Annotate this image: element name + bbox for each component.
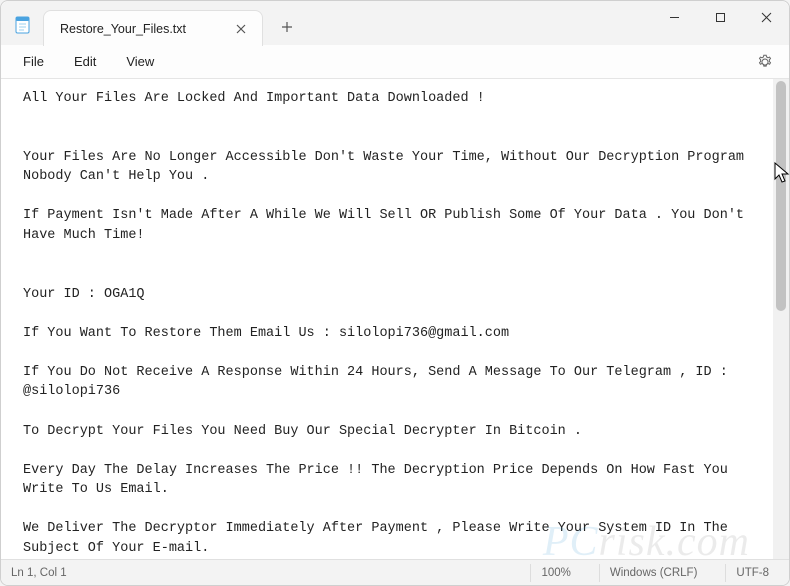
- maximize-button[interactable]: [697, 1, 743, 33]
- status-zoom: 100%: [530, 564, 580, 582]
- scrollbar-thumb[interactable]: [776, 81, 786, 311]
- close-button[interactable]: [743, 1, 789, 33]
- menu-file[interactable]: File: [9, 50, 58, 73]
- menubar: File Edit View: [1, 45, 789, 79]
- tab-title: Restore_Your_Files.txt: [60, 22, 186, 36]
- gear-icon: [757, 54, 773, 70]
- document-tab[interactable]: Restore_Your_Files.txt: [43, 10, 263, 46]
- status-encoding: UTF-8: [725, 564, 779, 582]
- titlebar: Restore_Your_Files.txt: [1, 1, 789, 45]
- notepad-app-icon: [13, 15, 33, 35]
- new-tab-button[interactable]: [269, 9, 305, 45]
- status-position: Ln 1, Col 1: [11, 567, 67, 579]
- text-editor[interactable]: All Your Files Are Locked And Important …: [1, 79, 773, 559]
- minimize-button[interactable]: [651, 1, 697, 33]
- settings-button[interactable]: [749, 50, 781, 74]
- statusbar: Ln 1, Col 1 100% Windows (CRLF) UTF-8: [1, 559, 789, 585]
- window-controls: [651, 1, 789, 45]
- tab-close-button[interactable]: [232, 20, 250, 38]
- status-line-ending: Windows (CRLF): [599, 564, 708, 582]
- content-area: All Your Files Are Locked And Important …: [1, 79, 789, 559]
- vertical-scrollbar[interactable]: [773, 79, 789, 559]
- menu-edit[interactable]: Edit: [60, 50, 110, 73]
- menu-view[interactable]: View: [112, 50, 168, 73]
- notepad-window: Restore_Your_Files.txt File Edit View: [0, 0, 790, 586]
